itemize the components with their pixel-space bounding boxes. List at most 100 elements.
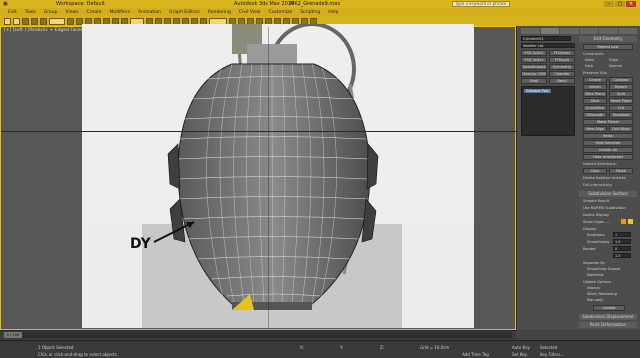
menu-group[interactable]: Group bbox=[44, 10, 58, 15]
set-key-button[interactable]: Set Key bbox=[512, 352, 527, 357]
slice-button[interactable]: Slice bbox=[583, 98, 607, 104]
menu-help[interactable]: Help bbox=[328, 10, 338, 15]
collapse-button[interactable]: Collapse bbox=[609, 77, 633, 83]
quickslice-button[interactable]: QuickSlice bbox=[583, 105, 607, 111]
search-input[interactable]: Type a keyword or phrase bbox=[452, 1, 510, 7]
render-smoothness-field[interactable]: 1.0 bbox=[613, 253, 631, 258]
app-icon[interactable]: ▣ bbox=[3, 0, 8, 8]
copy-button[interactable]: Copy bbox=[583, 168, 607, 174]
reset-plane-button[interactable]: Reset Plane bbox=[609, 98, 633, 104]
link-icon[interactable] bbox=[22, 17, 29, 25]
display-tab-icon[interactable] bbox=[599, 28, 618, 34]
tessellate-button[interactable]: Tessellate bbox=[609, 112, 633, 118]
smoothing-groups-checkbox[interactable]: Smoothing Groups bbox=[587, 267, 620, 271]
track-bar[interactable]: 0 / 100 bbox=[4, 332, 512, 338]
bend-button[interactable]: Bend bbox=[549, 78, 575, 84]
modifier-stack[interactable]: Editable Poly bbox=[521, 86, 575, 136]
menu-create[interactable]: Create bbox=[87, 10, 102, 15]
viewport-label[interactable]: [+] [Left ] [Realistic + Edged Faces ] bbox=[4, 28, 86, 33]
ffd-2x2x2-button[interactable]: FFD 2x2x2 bbox=[521, 50, 547, 56]
modify-tab-icon[interactable] bbox=[540, 28, 559, 34]
unhide-all-button[interactable]: Unhide All bbox=[583, 147, 633, 153]
select-object-icon[interactable] bbox=[67, 17, 74, 25]
menu-civil-view[interactable]: Civil View bbox=[239, 10, 261, 15]
hide-selected-button[interactable]: Hide Selected bbox=[583, 140, 633, 146]
menu-modifiers[interactable]: Modifiers bbox=[110, 10, 131, 15]
create-tab-icon[interactable] bbox=[521, 28, 540, 34]
show-cage-checkbox[interactable]: Show Cage...... bbox=[583, 220, 610, 224]
selection-filter-dropdown[interactable] bbox=[49, 17, 65, 25]
close-button[interactable]: × bbox=[626, 1, 636, 7]
preserve-uvs-checkbox[interactable]: Preserve UVs bbox=[583, 71, 607, 75]
msmooth-button[interactable]: MSmooth bbox=[583, 112, 607, 118]
update-when-rendering-radio[interactable]: When Rendering bbox=[587, 292, 617, 296]
menu-edit[interactable]: Edit bbox=[8, 10, 17, 15]
detach-button[interactable]: Detach bbox=[609, 84, 633, 90]
materials-checkbox[interactable]: Materials bbox=[587, 273, 603, 277]
cut-button[interactable]: Cut bbox=[609, 105, 633, 111]
relax-button[interactable]: Relax bbox=[583, 133, 633, 139]
cage-color-swatch[interactable] bbox=[621, 219, 626, 224]
view-align-button[interactable]: View Align bbox=[583, 126, 607, 132]
menu-graph-editors[interactable]: Graph Editors bbox=[169, 10, 200, 15]
menu-rendering[interactable]: Rendering bbox=[208, 10, 231, 15]
constraint-normal-radio[interactable]: Normal bbox=[609, 64, 622, 68]
cage-selected-color-swatch[interactable] bbox=[628, 219, 633, 224]
subdivision-surface-rollout[interactable]: Subdivision Surface bbox=[579, 191, 637, 197]
attach-button[interactable]: Attach bbox=[583, 84, 607, 90]
use-nurms-checkbox[interactable]: Use NURMS Subdivision bbox=[583, 206, 626, 210]
stack-item-editable-poly[interactable]: Editable Poly bbox=[524, 89, 552, 93]
create-button[interactable]: Create bbox=[583, 77, 607, 83]
menu-views[interactable]: Views bbox=[66, 10, 79, 15]
unwrap-uvw-button[interactable]: Unwrap UVW bbox=[521, 71, 547, 77]
key-filters-button[interactable]: Key Filters... bbox=[540, 352, 564, 357]
make-planar-button[interactable]: Make Planar bbox=[583, 119, 633, 125]
full-interactivity-checkbox[interactable]: Full Interactivity bbox=[583, 183, 612, 187]
hide-unselected-button[interactable]: Hide Unselected bbox=[583, 154, 633, 160]
paste-button[interactable]: Paste bbox=[609, 168, 633, 174]
update-button[interactable]: Update bbox=[593, 305, 625, 311]
time-slider[interactable]: 0 / 100 bbox=[4, 332, 22, 338]
shell-button[interactable]: Shell bbox=[521, 78, 547, 84]
split-button[interactable]: Split bbox=[609, 91, 633, 97]
maximize-button[interactable]: □ bbox=[615, 1, 625, 7]
update-manually-radio[interactable]: Manually bbox=[587, 298, 603, 302]
update-always-radio[interactable]: Always bbox=[587, 286, 600, 290]
constraint-edge-radio[interactable]: Edge bbox=[609, 58, 618, 62]
utilities-tab-icon[interactable] bbox=[618, 28, 637, 34]
key-mode-selected[interactable]: Selected bbox=[540, 345, 557, 350]
hierarchy-tab-icon[interactable] bbox=[560, 28, 579, 34]
iterations-field[interactable]: 1 bbox=[613, 232, 631, 237]
menu-tools[interactable]: Tools bbox=[25, 10, 36, 15]
render-iterations-field[interactable]: 0 bbox=[613, 246, 631, 251]
smooth-result-checkbox[interactable]: Smooth Result bbox=[583, 199, 609, 203]
undo-icon[interactable] bbox=[4, 17, 11, 25]
constraint-face-radio[interactable]: Face bbox=[585, 64, 593, 68]
unlink-icon[interactable] bbox=[31, 17, 38, 25]
turbosmooth-button[interactable]: TurboSmooth bbox=[521, 64, 547, 70]
paint-deformation-rollout[interactable]: Paint Deformation bbox=[579, 322, 637, 328]
ffd-cyl-button[interactable]: FFD(cyl) bbox=[549, 57, 575, 63]
menu-customize[interactable]: Customize bbox=[269, 10, 293, 15]
constraint-none-radio[interactable]: None bbox=[585, 58, 594, 62]
modifier-list-dropdown[interactable]: Modifier List bbox=[521, 43, 575, 48]
auto-key-button[interactable]: Auto Key bbox=[512, 345, 530, 350]
subdivision-displacement-rollout[interactable]: Subdivision Displacement bbox=[579, 314, 637, 320]
motion-tab-icon[interactable] bbox=[579, 28, 598, 34]
isoline-display-checkbox[interactable]: Isoline Display bbox=[583, 213, 609, 217]
object-name-field[interactable]: Cylinder001 bbox=[521, 36, 571, 41]
workspace-selector[interactable]: Workspace: Default bbox=[56, 0, 105, 8]
chamfer-button[interactable]: Chamfer bbox=[549, 71, 575, 77]
minimize-button[interactable]: – bbox=[604, 1, 614, 7]
ffd-box-button[interactable]: FFD(box) bbox=[549, 50, 575, 56]
add-time-tag[interactable]: Add Time Tag bbox=[462, 352, 489, 357]
bind-spacewarp-icon[interactable] bbox=[40, 17, 47, 25]
menu-animation[interactable]: Animation bbox=[138, 10, 161, 15]
grid-align-button[interactable]: Grid Align bbox=[609, 126, 633, 132]
edit-geometry-rollout[interactable]: Edit Geometry bbox=[579, 36, 637, 42]
ffd-3x3x3-button[interactable]: FFD 3x3x3 bbox=[521, 57, 547, 63]
slice-plane-button[interactable]: Slice Plane bbox=[583, 91, 607, 97]
delete-isolated-checkbox[interactable]: Delete Isolated Vertices bbox=[583, 176, 626, 180]
menu-scripting[interactable]: Scripting bbox=[300, 10, 320, 15]
redo-icon[interactable] bbox=[13, 17, 20, 25]
